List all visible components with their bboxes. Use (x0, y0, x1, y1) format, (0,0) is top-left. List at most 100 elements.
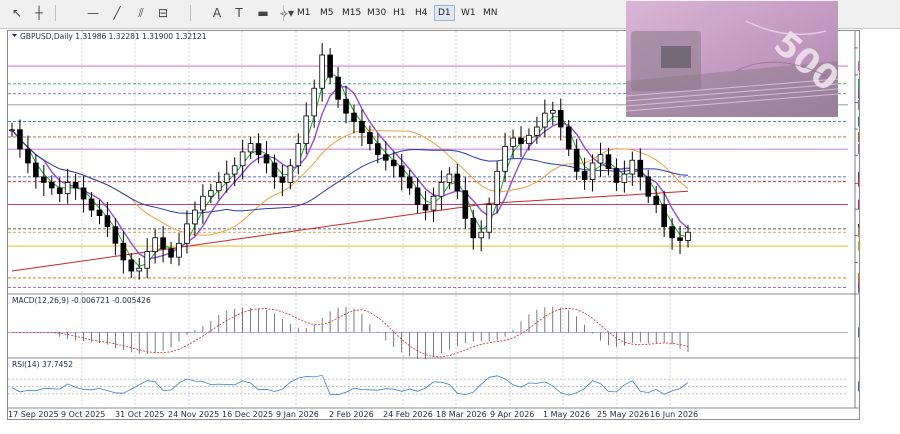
candle-bull (184, 223, 190, 244)
timeframe-m5[interactable]: M5 (317, 6, 337, 20)
level-tag: 1.32000 (858, 227, 900, 238)
level-tag-bg (858, 61, 900, 72)
candle-bull (303, 115, 310, 145)
level-tag-bg (858, 116, 900, 127)
timeframe-h1[interactable]: H1 (390, 6, 409, 20)
level-tag: 1.33000 (858, 199, 900, 210)
timeframe-w1[interactable]: W1 (458, 6, 479, 20)
rsi-level-tag (858, 381, 900, 392)
horizontal-line-icon[interactable]: — (82, 3, 104, 23)
candle-bull (494, 170, 500, 205)
timeframe-h4[interactable]: H4 (412, 6, 431, 20)
candle-bull (144, 251, 151, 269)
candle-bull (311, 87, 318, 117)
candle-bull (215, 181, 222, 192)
level-tag: 1.36000 (858, 116, 900, 127)
candle-bear (605, 154, 612, 169)
candle-bull (247, 143, 254, 153)
fibonacci-icon[interactable]: ⊟ (152, 3, 174, 23)
candle-bear (454, 173, 461, 192)
candle-bear (613, 168, 620, 183)
cursor-icon[interactable]: ↖ (6, 3, 28, 23)
candle-bear (41, 176, 47, 183)
candle-bear (128, 259, 135, 272)
candle-bear (398, 165, 405, 178)
candle-bull (430, 195, 437, 211)
timeframe-d1[interactable]: D1 (434, 5, 455, 21)
macd-label: MACD(12,26,9) -0.006721 -0.005426 (12, 296, 151, 305)
date-label: 16 Jun 2026 (650, 410, 698, 419)
candle-bull (478, 231, 485, 239)
level-tag-bg (858, 176, 900, 187)
candle-bull (287, 165, 294, 183)
candle-bull (9, 129, 15, 132)
candle-bear (677, 237, 683, 241)
level-tag: 1.35441 (858, 131, 900, 142)
date-label: 9 Apr 2026 (490, 410, 534, 419)
level-tag-bg (858, 199, 900, 210)
toolbar-separator (283, 5, 284, 21)
timeframe-m15[interactable]: M15 (339, 6, 364, 20)
candle-bull (200, 195, 206, 211)
candle-bull (136, 267, 143, 272)
level-tag-bg (858, 99, 900, 110)
candle-bull (486, 204, 492, 233)
timeframe-m30[interactable]: M30 (364, 6, 389, 20)
candle-bear (390, 159, 397, 167)
candle-bull (526, 134, 532, 145)
toolbar-separator (190, 5, 191, 21)
level-tag: 1.36600 (858, 99, 900, 110)
trend-line-icon[interactable]: ╱ (106, 3, 128, 23)
candle-bull (231, 165, 238, 175)
candle-bear (279, 176, 286, 183)
date-label: 17 Sep 2025 (8, 410, 59, 419)
date-label: 9 Jan 2026 (276, 410, 319, 419)
candle-bear (581, 170, 588, 181)
candle-bear (263, 154, 270, 164)
level-tag-bg (858, 241, 900, 252)
candle-bear (56, 187, 63, 194)
euro-banknote-image: 500 (626, 1, 838, 117)
candle-bull (176, 242, 182, 258)
candle-bear (518, 137, 524, 145)
candle-bear (375, 143, 381, 156)
candle-bear (80, 187, 87, 200)
candle-bull (589, 162, 596, 181)
candle-bull (621, 173, 628, 183)
candle-bear (96, 209, 103, 217)
toolbar-separator (55, 5, 56, 21)
candle-bear (120, 242, 127, 261)
candle-bull (534, 126, 540, 136)
level-tag: 1.37360 (858, 78, 900, 89)
text-icon[interactable]: A (206, 3, 228, 23)
timeframe-m1[interactable]: M1 (294, 6, 314, 20)
candle-bear (351, 112, 357, 122)
rsi-label: RSI(14) 37.7452 (12, 360, 73, 369)
date-label: 2 Feb 2026 (329, 410, 374, 419)
crosshair-icon[interactable]: ┼ (28, 3, 50, 23)
date-label: 16 Dec 2025 (222, 410, 273, 419)
candle-bear (17, 129, 23, 150)
candle-bear (565, 126, 572, 150)
candle-bull (208, 190, 214, 197)
candle-bear (271, 162, 278, 178)
candle-bear (359, 121, 365, 133)
candle-bear (88, 198, 95, 211)
candle-bear (661, 204, 667, 228)
rectangle-icon[interactable]: ▬ (252, 3, 274, 23)
candle-bull (438, 181, 445, 197)
candle-bear (422, 204, 429, 211)
candle-bear (335, 76, 341, 100)
candle-bull (685, 231, 691, 241)
timeframe-mn[interactable]: MN (480, 6, 501, 20)
text-label-icon[interactable]: T (228, 3, 250, 23)
parallel-channel-icon[interactable]: ⫽ (130, 3, 152, 23)
candle-bear (160, 237, 166, 250)
level-tag: 1.35000 (858, 144, 900, 155)
chart-window[interactable]: 1.38000 1.373601.370001.36600 1.36000 1.354… (7, 1, 900, 420)
candle-bull (239, 151, 246, 167)
date-label: 24 Nov 2025 (168, 410, 219, 419)
level-tag: 1.38000 (858, 61, 900, 72)
candle-bear (462, 190, 469, 219)
candle-bear (327, 54, 333, 78)
